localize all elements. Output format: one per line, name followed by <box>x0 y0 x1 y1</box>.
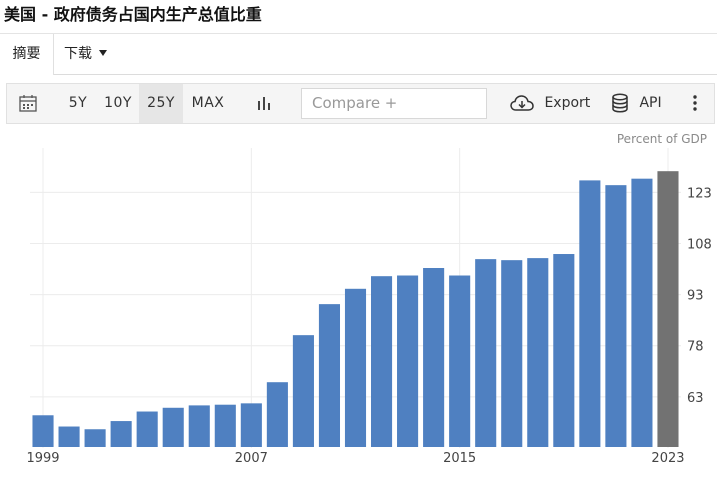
bar-2008 <box>266 382 288 447</box>
bar-chart-icon <box>258 97 270 110</box>
bar-2010 <box>318 304 341 447</box>
y-tick-label-4: 123 <box>687 186 712 201</box>
bar-2009 <box>292 335 314 447</box>
bar-2014 <box>423 268 445 447</box>
api-button[interactable]: API <box>611 84 662 123</box>
y-tick-label-2: 93 <box>687 289 704 304</box>
calendar-icon[interactable] <box>19 95 37 112</box>
page-title: 美国 - 政府债务占国内生产总值比重 <box>4 5 262 24</box>
bar-2012 <box>370 276 393 447</box>
bar-2011 <box>344 288 367 447</box>
caret-down-icon <box>99 50 107 56</box>
chart-type-button[interactable] <box>256 84 278 123</box>
y-tick-label-0: 63 <box>687 391 704 406</box>
bar-2016 <box>475 259 497 447</box>
cloud-download-icon <box>510 95 534 111</box>
range-25y-button[interactable]: 25Y <box>139 84 183 123</box>
x-axis-ticks: 1999 2007 2015 2023 <box>26 451 684 466</box>
tab-bar: 摘要 下载 <box>0 33 717 75</box>
range-10y-button[interactable]: 10Y <box>99 84 137 123</box>
x-tick-label-1: 2007 <box>235 451 268 466</box>
export-button[interactable]: Export <box>510 84 590 123</box>
x-tick-label-2: 2015 <box>443 451 476 466</box>
range-5y-button[interactable]: 5Y <box>61 84 95 123</box>
bar-2020 <box>579 180 601 448</box>
bar-2002 <box>110 421 132 447</box>
bar-2019 <box>553 254 575 447</box>
more-options-button[interactable] <box>693 84 703 123</box>
more-vertical-icon <box>693 95 697 111</box>
y-axis-ticks: 63 78 93 108 123 <box>687 186 712 406</box>
bar-2006 <box>214 404 236 447</box>
bar-2023 <box>657 171 679 447</box>
tab-download[interactable]: 下载 <box>64 34 107 75</box>
bar-2015 <box>449 275 471 447</box>
y-tick-label-3: 108 <box>687 237 712 252</box>
bar-2007 <box>240 403 262 447</box>
compare-input[interactable]: Compare + <box>301 88 487 119</box>
unit-label: Percent of GDP <box>616 132 707 146</box>
bar-2018 <box>527 258 549 447</box>
range-max-button[interactable]: MAX <box>187 84 229 123</box>
y-tick-label-1: 78 <box>687 340 704 355</box>
chart-toolbar: 5Y 10Y 25Y MAX Compare + Export API <box>6 83 715 124</box>
bar-2003 <box>136 411 158 447</box>
x-tick-label-0: 1999 <box>26 451 59 466</box>
bar-chart: 63 78 93 108 123 1999 2007 2015 2023 <box>26 148 712 466</box>
bar-2001 <box>84 429 106 447</box>
x-tick-label-3: 2023 <box>651 451 684 466</box>
database-icon <box>612 93 628 113</box>
bar-1999 <box>32 415 54 447</box>
tab-summary[interactable]: 摘要 <box>0 34 54 75</box>
chart-bars <box>32 171 679 448</box>
bar-2021 <box>605 185 627 447</box>
bar-2017 <box>501 260 523 447</box>
tab-download-label: 下载 <box>64 46 92 62</box>
bar-2022 <box>631 178 653 447</box>
bar-2000 <box>58 426 80 447</box>
bar-2004 <box>162 407 184 447</box>
bar-2013 <box>397 275 419 447</box>
api-label: API <box>639 95 662 111</box>
export-label: Export <box>544 95 591 111</box>
bar-2005 <box>188 405 210 447</box>
